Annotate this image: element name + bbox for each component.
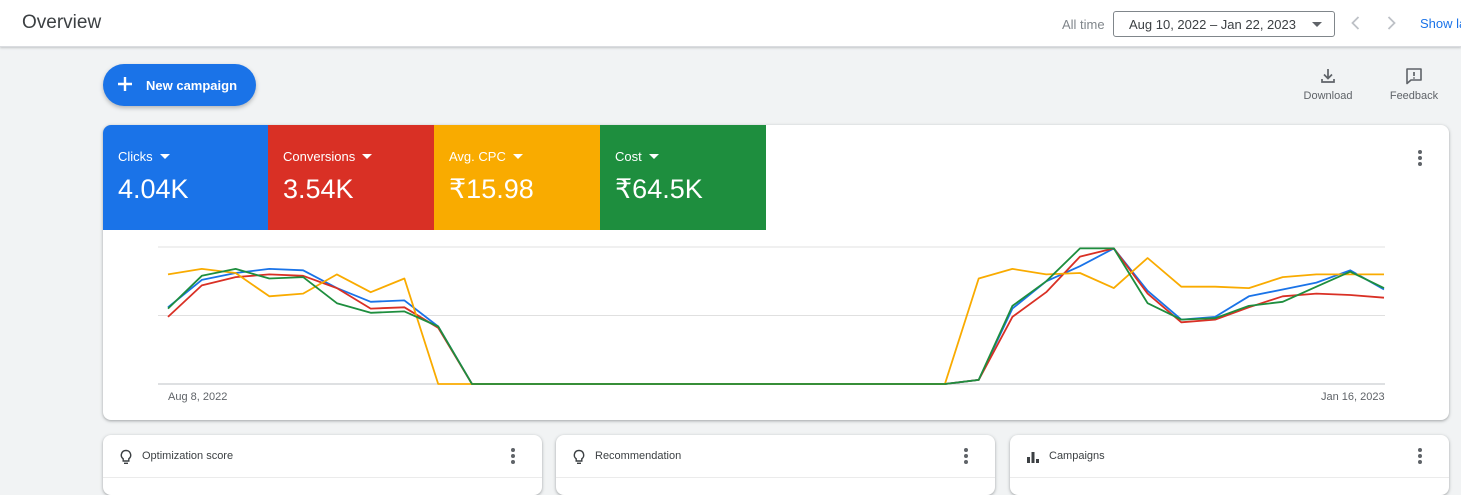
metric-avg-cpc[interactable]: Avg. CPC ₹15.98	[434, 125, 600, 230]
metric-value: 4.04K	[118, 174, 189, 204]
metric-label-wrapper: Avg. CPC	[449, 149, 523, 164]
campaigns-card: Campaigns	[1010, 435, 1449, 495]
series-line-4	[167, 247, 1385, 385]
bar-chart-icon	[1027, 452, 1039, 463]
download-button[interactable]: Download	[1300, 66, 1356, 102]
more-vert-icon[interactable]	[1418, 448, 1422, 464]
optimization-score-card: Optimization score	[103, 435, 542, 495]
new-campaign-label: New campaign	[146, 78, 238, 93]
top-bar: Overview All time Aug 10, 2022 – Jan 22,…	[0, 0, 1461, 47]
date-range-value: Aug 10, 2022 – Jan 22, 2023	[1129, 17, 1296, 32]
feedback-label: Feedback	[1389, 90, 1439, 102]
show-link[interactable]: Show la	[1420, 16, 1461, 31]
metric-label-wrapper: Clicks	[118, 149, 170, 164]
download-label: Download	[1303, 90, 1353, 102]
more-vert-icon[interactable]	[1418, 150, 1422, 166]
performance-card: Clicks 4.04K Conversions 3.54K Avg. CPC …	[103, 125, 1449, 420]
caret-down-icon	[512, 154, 523, 159]
new-campaign-button[interactable]: New campaign	[103, 64, 256, 106]
caret-down-icon	[362, 154, 373, 159]
dropdown-arrow-icon	[1312, 22, 1322, 27]
chevron-left-icon[interactable]	[1346, 13, 1366, 33]
card-title: Campaigns	[1049, 450, 1105, 462]
metric-value: ₹15.98	[449, 174, 534, 204]
feedback-icon	[1406, 68, 1422, 85]
more-vert-icon[interactable]	[511, 448, 515, 464]
performance-chart	[158, 246, 1385, 385]
range-label: All time	[1062, 17, 1105, 32]
metric-label: Conversions	[283, 149, 356, 164]
metric-value: 3.54K	[283, 174, 354, 204]
chevron-right-icon[interactable]	[1381, 13, 1401, 33]
card-title: Recommendation	[595, 450, 682, 462]
metric-label: Avg. CPC	[449, 149, 506, 164]
card-title: Optimization score	[142, 450, 234, 462]
recommendation-card: Recommendation	[556, 435, 995, 495]
x-tick-label-end: Jan 16, 2023	[1321, 391, 1385, 403]
metric-label-wrapper: Conversions	[283, 149, 373, 164]
caret-down-icon	[159, 154, 170, 159]
metric-label: Cost	[615, 149, 642, 164]
metric-clicks[interactable]: Clicks 4.04K	[103, 125, 269, 230]
series-line-2	[167, 247, 1385, 385]
caret-down-icon	[648, 154, 659, 159]
metric-cost[interactable]: Cost ₹64.5K	[600, 125, 766, 230]
series-line-1	[167, 247, 1385, 385]
page-title: Overview	[22, 12, 102, 33]
metric-conversions[interactable]: Conversions 3.54K	[268, 125, 434, 230]
metric-value: ₹64.5K	[615, 174, 703, 204]
divider	[1010, 477, 1449, 478]
lightbulb-icon	[573, 449, 585, 464]
more-vert-icon[interactable]	[964, 448, 968, 464]
chart-grid	[158, 246, 1385, 385]
download-icon	[1321, 69, 1335, 83]
chart-series	[167, 247, 1385, 385]
feedback-button[interactable]: Feedback	[1386, 66, 1442, 102]
plus-icon	[118, 77, 132, 91]
metric-label-wrapper: Cost	[615, 149, 659, 164]
date-range-picker[interactable]: Aug 10, 2022 – Jan 22, 2023	[1113, 11, 1335, 37]
x-tick-label-start: Aug 8, 2022	[168, 391, 228, 403]
lightbulb-icon	[120, 449, 132, 464]
divider	[103, 477, 542, 478]
divider	[556, 477, 995, 478]
metric-label: Clicks	[118, 149, 153, 164]
